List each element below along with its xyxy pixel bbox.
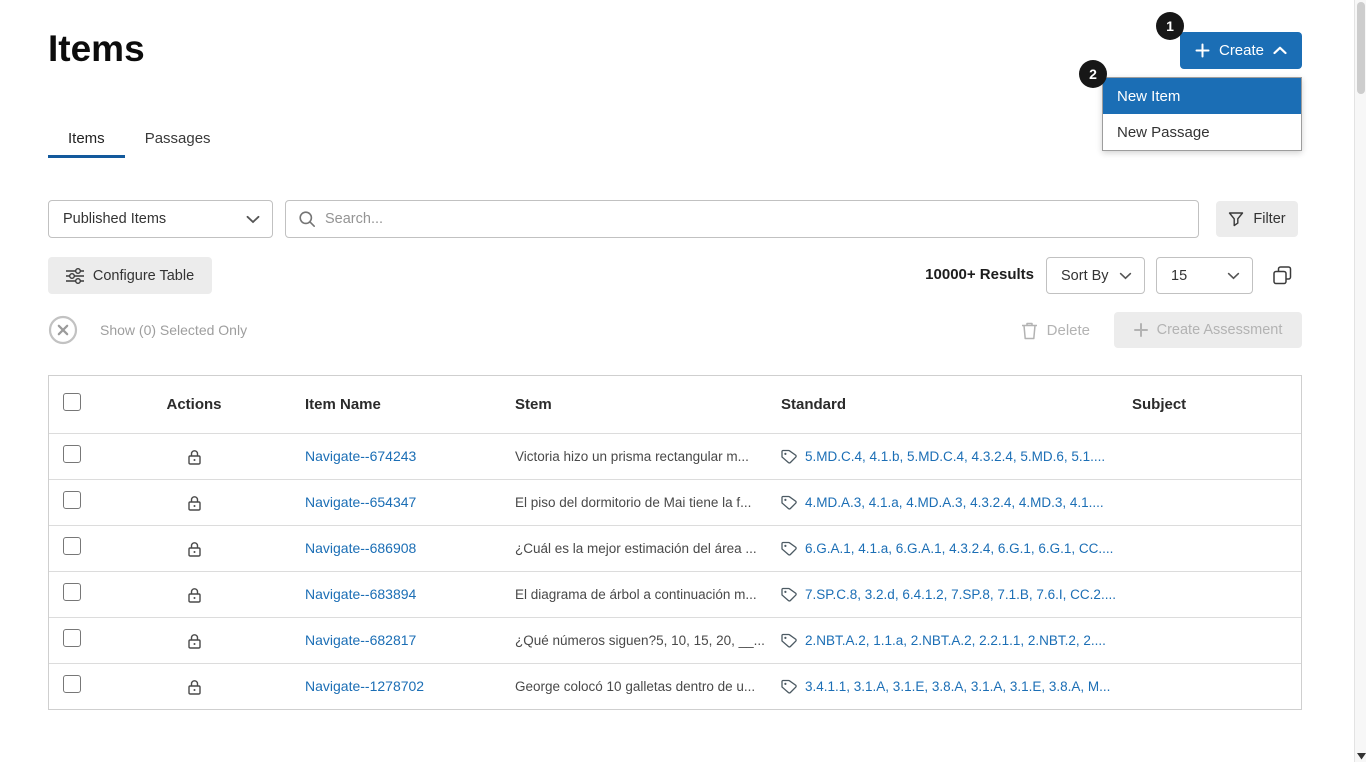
trash-icon — [1021, 321, 1038, 340]
row-checkbox[interactable] — [63, 445, 81, 463]
standard-links[interactable]: 3.4.1.1, 3.1.A, 3.1.E, 3.8.A, 3.1.A, 3.1… — [805, 679, 1110, 694]
plus-icon — [1195, 43, 1210, 58]
column-header-standard: Standard — [781, 396, 847, 413]
standard-links[interactable]: 4.MD.A.3, 4.1.a, 4.MD.A.3, 4.3.2.4, 4.MD… — [805, 495, 1104, 510]
lock-icon — [187, 495, 201, 511]
delete-button[interactable]: Delete — [1021, 314, 1090, 346]
tab-bar: Items Passages — [48, 121, 231, 158]
annotation-badge-1: 1 — [1156, 12, 1184, 40]
item-name-link[interactable]: Navigate--1278702 — [305, 678, 424, 694]
create-button-label: Create — [1218, 42, 1265, 59]
table-row: Navigate--686908 ¿Cuál es la mejor estim… — [49, 525, 1301, 571]
sort-by-dropdown[interactable]: Sort By — [1046, 257, 1145, 294]
lock-icon — [187, 541, 201, 557]
column-header-subject: Subject — [1132, 396, 1187, 413]
tab-passages[interactable]: Passages — [125, 121, 231, 158]
item-name-link[interactable]: Navigate--682817 — [305, 632, 416, 648]
standard-links[interactable]: 7.SP.C.8, 3.2.d, 6.4.1.2, 7.SP.8, 7.1.B,… — [805, 587, 1116, 602]
select-all-checkbox[interactable] — [63, 393, 81, 411]
stem-text: El diagrama de árbol a continuación m... — [515, 587, 757, 602]
create-assessment-label: Create Assessment — [1156, 322, 1283, 338]
table-row: Navigate--682817 ¿Qué números siguen?5, … — [49, 617, 1301, 663]
page-size-dropdown[interactable]: 15 — [1156, 257, 1253, 294]
tab-items[interactable]: Items — [48, 121, 125, 158]
annotation-badge-2: 2 — [1079, 60, 1107, 88]
items-page: Items Create 1 2 New Item New Passage It… — [0, 0, 1366, 762]
clear-selection-button[interactable] — [48, 315, 78, 345]
stem-text: El piso del dormitorio de Mai tiene la f… — [515, 495, 752, 510]
configure-table-button[interactable]: Configure Table — [48, 257, 212, 294]
table-row: Navigate--683894 El diagrama de árbol a … — [49, 571, 1301, 617]
standard-links[interactable]: 6.G.A.1, 4.1.a, 6.G.A.1, 4.3.2.4, 6.G.1,… — [805, 541, 1113, 556]
item-name-link[interactable]: Navigate--683894 — [305, 586, 416, 602]
table-row: Navigate--674243 Victoria hizo un prisma… — [49, 433, 1301, 479]
create-menu: New Item New Passage — [1102, 77, 1302, 151]
row-checkbox[interactable] — [63, 675, 81, 693]
stem-text: ¿Qué números siguen?5, 10, 15, 20, __... — [515, 633, 765, 648]
vertical-scrollbar[interactable] — [1354, 0, 1366, 762]
sort-by-label: Sort By — [1061, 267, 1109, 284]
column-header-item-name: Item Name — [305, 396, 381, 413]
row-checkbox[interactable] — [63, 537, 81, 555]
tag-icon — [781, 679, 798, 694]
published-items-dropdown[interactable]: Published Items — [48, 200, 273, 238]
column-header-actions: Actions — [166, 396, 222, 413]
column-header-stem: Stem — [515, 396, 552, 413]
configure-table-label: Configure Table — [92, 267, 195, 284]
published-items-value: Published Items — [63, 211, 167, 227]
menu-item-new-passage[interactable]: New Passage — [1103, 114, 1301, 150]
search-box — [285, 200, 1199, 238]
item-name-link[interactable]: Navigate--674243 — [305, 448, 416, 464]
lock-icon — [187, 587, 201, 603]
chevron-down-icon — [1119, 272, 1132, 280]
lock-icon — [187, 679, 201, 695]
table-row: Navigate--1278702 George colocó 10 galle… — [49, 663, 1301, 709]
plus-icon — [1133, 323, 1148, 337]
stem-text: Victoria hizo un prisma rectangular m... — [515, 449, 749, 464]
standard-links[interactable]: 5.MD.C.4, 4.1.b, 5.MD.C.4, 4.3.2.4, 5.MD… — [805, 449, 1105, 464]
lock-icon — [187, 633, 201, 649]
scrollbar-down-arrow[interactable] — [1355, 752, 1366, 760]
stem-text: ¿Cuál es la mejor estimación del área ..… — [515, 541, 757, 556]
standard-links[interactable]: 2.NBT.A.2, 1.1.a, 2.NBT.A.2, 2.2.1.1, 2.… — [805, 633, 1106, 648]
table-row: Navigate--654347 El piso del dormitorio … — [49, 479, 1301, 525]
circle-x-icon — [48, 315, 78, 345]
item-name-link[interactable]: Navigate--686908 — [305, 540, 416, 556]
copy-icon — [1272, 265, 1293, 286]
row-checkbox[interactable] — [63, 629, 81, 647]
sliders-icon — [65, 267, 84, 284]
table-header-row: Actions Item Name Stem Standard Subject — [49, 376, 1301, 433]
results-count: 10000+ Results — [925, 266, 1034, 283]
filter-button[interactable]: Filter — [1216, 201, 1298, 237]
lock-icon — [187, 449, 201, 465]
page-title: Items — [48, 28, 145, 69]
filter-button-label: Filter — [1253, 211, 1286, 227]
tag-icon — [781, 541, 798, 556]
tag-icon — [781, 633, 798, 648]
items-table: Actions Item Name Stem Standard Subject … — [48, 375, 1302, 710]
funnel-icon — [1228, 211, 1244, 227]
search-icon — [298, 210, 316, 228]
search-input[interactable] — [325, 211, 1186, 227]
create-button[interactable]: Create — [1180, 32, 1302, 69]
page-size-value: 15 — [1171, 267, 1188, 284]
scrollbar-thumb[interactable] — [1357, 2, 1365, 94]
duplicate-button[interactable] — [1263, 257, 1302, 294]
stem-text: George colocó 10 galletas dentro de u... — [515, 679, 756, 694]
tag-icon — [781, 449, 798, 464]
create-assessment-button[interactable]: Create Assessment — [1114, 312, 1302, 348]
menu-item-new-item[interactable]: New Item — [1103, 78, 1301, 114]
delete-button-label: Delete — [1046, 321, 1090, 339]
chevron-down-icon — [1227, 272, 1240, 280]
chevron-down-icon — [246, 215, 260, 224]
chevron-up-icon — [1273, 46, 1287, 55]
item-name-link[interactable]: Navigate--654347 — [305, 494, 416, 510]
row-checkbox[interactable] — [63, 583, 81, 601]
show-selected-label: Show (0) Selected Only — [100, 322, 248, 338]
tag-icon — [781, 587, 798, 602]
row-checkbox[interactable] — [63, 491, 81, 509]
tag-icon — [781, 495, 798, 510]
